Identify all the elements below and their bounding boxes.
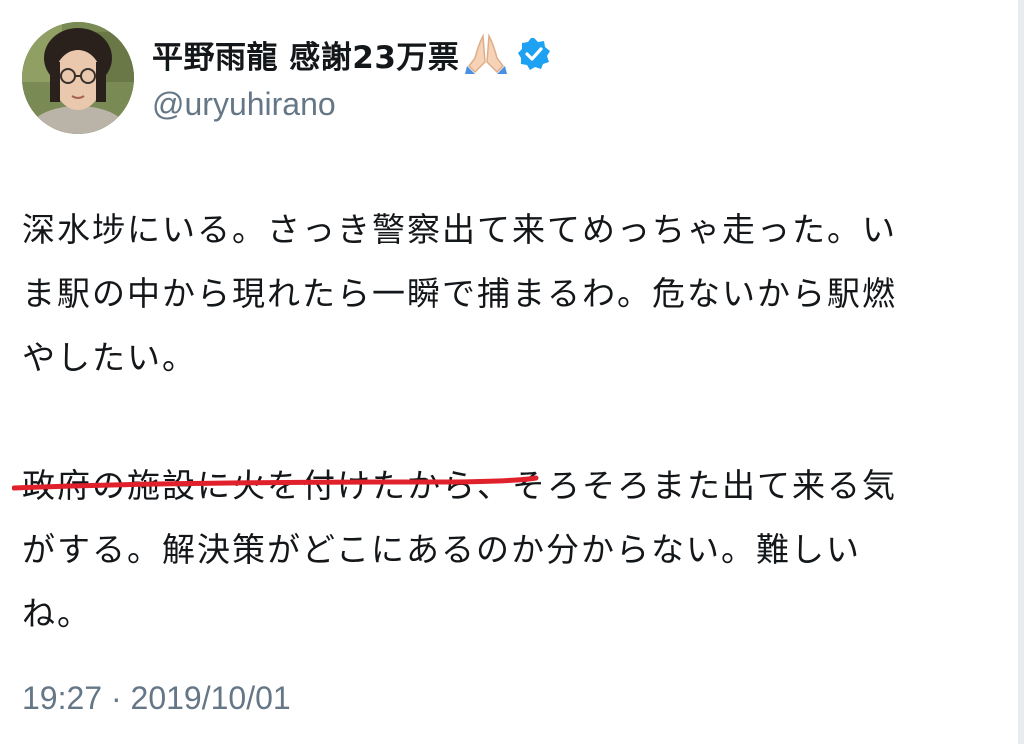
tweet-timestamp[interactable]: 19:27 · 2019/10/01 <box>22 680 291 717</box>
avatar[interactable] <box>22 22 134 134</box>
folded-hands-icon <box>461 32 511 76</box>
tweet-text-line: ね。 <box>22 594 92 633</box>
tweet-text-line: 深水埗にいる。さっき警察出て来てめっちゃ走った。い <box>22 210 897 249</box>
author-display-name[interactable]: 平野雨龍 感謝23万票 <box>152 32 459 77</box>
avatar-photo <box>22 22 134 134</box>
verified-badge-icon <box>517 37 551 71</box>
red-underline-annotation <box>12 475 539 491</box>
tweet-text-line: やしたい。 <box>22 338 197 377</box>
tweet-text: 深水埗にいる。さっき警察出て来てめっちゃ走った。い ま駅の中から現れたら一瞬で捕… <box>22 198 1012 646</box>
tweet-text-line: ま駅の中から現れたら一瞬で捕まるわ。危ないから駅燃 <box>22 274 897 313</box>
tweet-text-line: がする。解決策がどこにあるのか分からない。難しい <box>22 530 862 569</box>
tweet-card: 平野雨龍 感謝23万票 @uryuhirano 深水埗にいる。さっき警察出て来て… <box>0 0 1024 744</box>
scroll-edge <box>1018 0 1024 744</box>
author-handle[interactable]: @uryuhirano <box>152 86 336 123</box>
author-name-row[interactable]: 平野雨龍 感謝23万票 <box>152 30 551 78</box>
